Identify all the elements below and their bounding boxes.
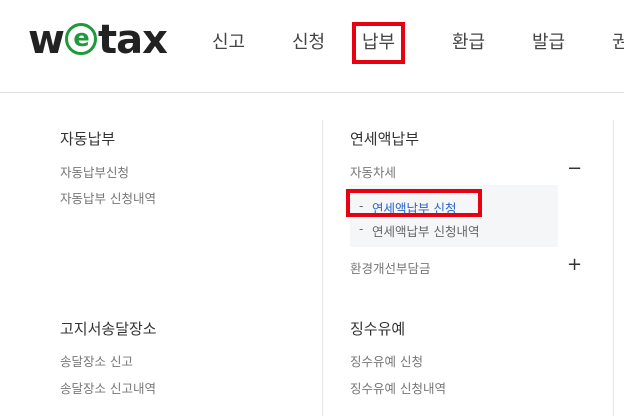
logo-text-w: w	[28, 17, 65, 63]
section-title-deferral: 징수유예	[350, 320, 406, 338]
logo-e-icon: e	[64, 23, 97, 55]
nav-more[interactable]: 권	[612, 30, 624, 56]
section-title-annual-payment: 연세액납부	[350, 130, 420, 148]
link-deferral-apply[interactable]: 징수유예 신청	[350, 351, 423, 370]
nav-report[interactable]: 신고	[212, 30, 245, 56]
site-header: w e tax 신고 신청 납부 환급 발급 권	[0, 0, 624, 93]
nav-apply[interactable]: 신청	[292, 30, 325, 56]
link-annual-payment-history[interactable]: 연세액납부 신청내역	[372, 221, 479, 240]
link-delivery-report[interactable]: 송달장소 신고	[60, 351, 133, 370]
dash-bullet: -	[359, 222, 364, 236]
dash-bullet: -	[359, 199, 364, 213]
expand-icon[interactable]: +	[567, 256, 582, 274]
collapse-icon[interactable]: −	[567, 160, 582, 178]
logo-text-tax: tax	[97, 17, 168, 63]
section-title-autopay: 자동납부	[60, 130, 116, 148]
nav-refund[interactable]: 환급	[452, 30, 485, 56]
column-divider	[322, 120, 323, 416]
wetax-logo[interactable]: w e tax	[28, 17, 168, 63]
link-autopay-apply[interactable]: 자동납부신청	[60, 162, 129, 181]
column-divider-right	[613, 120, 614, 416]
section-title-delivery: 고지서송달장소	[60, 320, 157, 338]
link-delivery-history[interactable]: 송달장소 신고내역	[60, 378, 156, 397]
link-autopay-history[interactable]: 자동납부 신청내역	[60, 188, 156, 207]
group-label-car-tax[interactable]: 자동차세	[350, 162, 396, 181]
logo-text-e: e	[73, 24, 89, 52]
link-annual-payment-apply[interactable]: 연세액납부 신청	[372, 198, 456, 217]
link-deferral-history[interactable]: 징수유예 신청내역	[350, 378, 446, 397]
group-label-environment-charge[interactable]: 환경개선부담금	[350, 258, 431, 277]
nav-payment[interactable]: 납부	[351, 22, 406, 64]
nav-issue[interactable]: 발급	[532, 30, 565, 56]
